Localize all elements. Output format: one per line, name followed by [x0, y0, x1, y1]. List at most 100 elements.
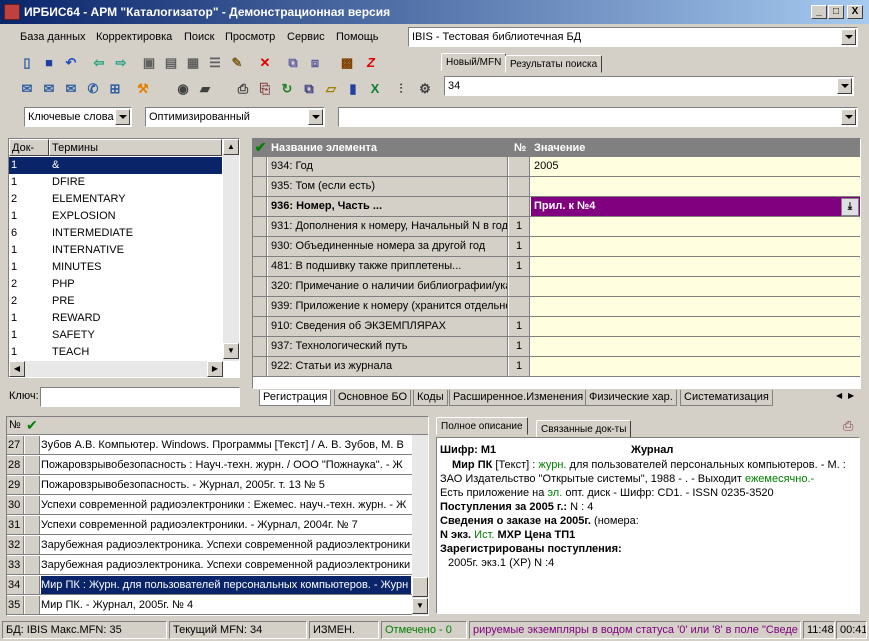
terms-row[interactable]: 1 REWARD: [9, 310, 222, 327]
field-value[interactable]: [531, 277, 860, 296]
chart-icon[interactable]: ▮: [344, 80, 362, 98]
record-check[interactable]: [25, 516, 40, 534]
desc-link[interactable]: ежемесячно.-: [745, 473, 814, 485]
menu-service[interactable]: Сервис: [287, 31, 325, 43]
terms-row[interactable]: 1 &: [9, 157, 222, 174]
terms-header-count[interactable]: Док-ов: [9, 139, 49, 166]
field-value[interactable]: [531, 217, 860, 236]
mfn-select[interactable]: 34: [444, 76, 854, 96]
scroll-right-icon[interactable]: ▶: [848, 391, 854, 400]
grid-row[interactable]: 936: Номер, Часть ... Прил. к №4: [253, 197, 860, 217]
grid-row[interactable]: 939: Приложение к номеру (хранится отдел…: [253, 297, 860, 317]
forward-icon[interactable]: ⇨: [112, 54, 130, 72]
tab-grid-4[interactable]: Физические хар.: [585, 390, 677, 406]
folder-open-icon[interactable]: ▱: [322, 80, 340, 98]
import-icon[interactable]: ⧉: [284, 54, 302, 72]
download-icon[interactable]: ⤓: [841, 198, 859, 216]
tab-grid-5[interactable]: Систематизация: [680, 390, 773, 406]
field-value[interactable]: [531, 297, 860, 316]
record-check[interactable]: [25, 456, 40, 474]
chevron-down-icon[interactable]: [841, 109, 856, 125]
save-icon[interactable]: ■: [40, 54, 58, 72]
grid-row[interactable]: 937: Технологический путь 1: [253, 337, 860, 357]
records-vscroll[interactable]: ▼: [412, 435, 428, 615]
folder-icon[interactable]: ▰: [196, 80, 214, 98]
desc-link[interactable]: Ист.: [471, 529, 494, 541]
record-row[interactable]: 31 Успехи современной радиоэлектроники. -…: [7, 516, 412, 535]
search-query-select[interactable]: [338, 107, 858, 127]
record-check[interactable]: [25, 436, 40, 454]
menu-database[interactable]: База данных: [20, 31, 86, 43]
new-icon[interactable]: ▯: [18, 54, 36, 72]
tab-grid-1[interactable]: Основное БО: [334, 390, 412, 406]
tools-icon[interactable]: ⚒: [134, 80, 152, 98]
terms-row[interactable]: 1 INTERNATIVE: [9, 242, 222, 259]
terms-row[interactable]: 2 PRE: [9, 293, 222, 310]
filter-icon[interactable]: ⫶: [392, 80, 410, 98]
menu-help[interactable]: Помощь: [336, 31, 379, 43]
field-value[interactable]: Прил. к №4: [531, 197, 860, 216]
record-check[interactable]: [25, 476, 40, 494]
comment-icon[interactable]: ✉: [18, 80, 36, 98]
list-icon[interactable]: ☰: [206, 54, 224, 72]
grid-row[interactable]: 320: Примечание о наличии библиографии/у…: [253, 277, 860, 297]
refresh-icon[interactable]: ↻: [278, 80, 296, 98]
tab-grid-0[interactable]: Регистрация: [259, 390, 332, 406]
scroll-down-icon[interactable]: ▼: [223, 343, 239, 359]
terms-row[interactable]: 1 TEACH: [9, 344, 222, 361]
field-value[interactable]: [531, 177, 860, 196]
record-row[interactable]: 32 Зарубежная радиоэлектроника. Успехи со…: [7, 536, 412, 555]
tab-new-mfn[interactable]: Новый/MFN: [441, 53, 507, 71]
record-row[interactable]: 34 Мир ПК : Журн. для пользователей персо…: [7, 576, 412, 595]
excel-icon[interactable]: X: [366, 80, 384, 98]
print-preview-icon[interactable]: ⎘: [256, 80, 274, 98]
search-type-select[interactable]: Оптимизированный: [145, 107, 325, 127]
database-select[interactable]: IBIS - Тестовая библиотечная БД: [408, 27, 858, 47]
terms-row[interactable]: 1 SAFETY: [9, 327, 222, 344]
message-icon[interactable]: ✆: [84, 80, 102, 98]
terms-row[interactable]: 6 INTERMEDIATE: [9, 225, 222, 242]
settings-icon[interactable]: ⚙: [416, 80, 434, 98]
terms-row[interactable]: 2 ELEMENTARY: [9, 191, 222, 208]
terms-vscroll[interactable]: ▲ ▼: [223, 139, 239, 361]
record-row[interactable]: 28 Пожаровзрывобезопасность : Науч.-техн.…: [7, 456, 412, 475]
tab-linked-docs[interactable]: Связанные док-ты: [536, 420, 632, 438]
terms-row[interactable]: 1 EXPLOSION: [9, 208, 222, 225]
copy-icon[interactable]: ▣: [140, 54, 158, 72]
field-value[interactable]: [531, 357, 860, 376]
record-check[interactable]: [25, 536, 40, 554]
grid-row[interactable]: 935: Том (если есть): [253, 177, 860, 197]
scroll-left-icon[interactable]: ◀: [9, 361, 25, 377]
grid-row[interactable]: 934: Год 2005: [253, 157, 860, 177]
record-check[interactable]: [25, 576, 40, 594]
print-icon[interactable]: ⎙: [843, 418, 853, 434]
back-icon[interactable]: ⇦: [90, 54, 108, 72]
grid-row[interactable]: 481: В подшивку также приплетены... 1: [253, 257, 860, 277]
terms-row[interactable]: 1 MINUTES: [9, 259, 222, 276]
record-row[interactable]: 29 Пожаровзрывобезопасность. - Журнал, 20…: [7, 476, 412, 495]
tab-search-results[interactable]: Результаты поиска: [505, 55, 603, 73]
delete-icon[interactable]: ✕: [256, 54, 274, 72]
mail-icon[interactable]: ✉: [62, 80, 80, 98]
print-icon[interactable]: ⎙: [234, 80, 252, 98]
record-row[interactable]: 27 Зубов А.В. Компьютер. Windows. Програм…: [7, 436, 412, 455]
field-value[interactable]: [531, 237, 860, 256]
export-icon[interactable]: ⧈: [306, 54, 324, 72]
tab-full-description[interactable]: Полное описание: [436, 417, 528, 435]
z-icon[interactable]: Z: [362, 54, 380, 72]
comment2-icon[interactable]: ✉: [40, 80, 58, 98]
view-icon[interactable]: ◉: [174, 80, 192, 98]
field-value[interactable]: [531, 317, 860, 336]
field-value[interactable]: [531, 337, 860, 356]
key-input[interactable]: [40, 387, 240, 407]
scroll-down-icon[interactable]: ▼: [412, 598, 428, 614]
chevron-down-icon[interactable]: [115, 109, 130, 125]
scroll-left-icon[interactable]: ◀: [836, 391, 842, 400]
tree-icon[interactable]: ⊞: [106, 80, 124, 98]
paste-icon[interactable]: ▦: [184, 54, 202, 72]
close-button[interactable]: X: [847, 5, 863, 19]
grid-row[interactable]: 931: Дополнения к номеру, Начальный N в …: [253, 217, 860, 237]
chevron-down-icon[interactable]: [308, 109, 323, 125]
record-check[interactable]: [25, 596, 40, 614]
chevron-down-icon[interactable]: [841, 29, 856, 45]
